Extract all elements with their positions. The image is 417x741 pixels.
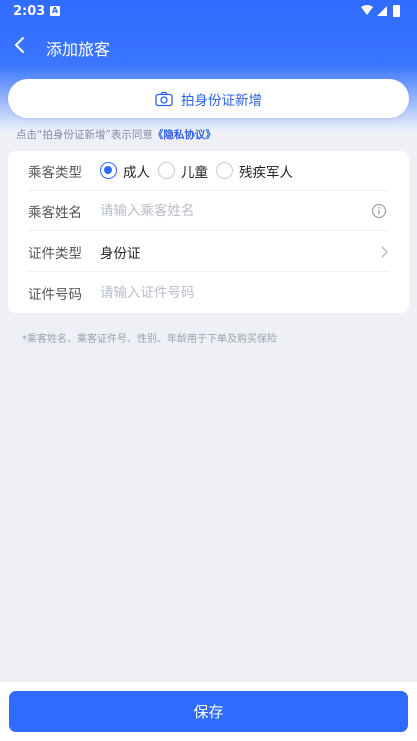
radio-disabled-veteran[interactable]: 残疾军人 (216, 161, 293, 181)
privacy-note: *乘客姓名、乘客证件号、性别、年龄用于下单及购买保险 (22, 334, 277, 345)
passenger-type-radio-group: 成人 儿童 残疾军人 (100, 161, 301, 181)
scan-button-label: 拍身份证新增 (181, 92, 262, 109)
radio-unchecked-icon (216, 162, 233, 179)
back-arrow-icon[interactable] (10, 33, 32, 57)
radio-adult[interactable]: 成人 (100, 161, 150, 181)
document-number-input[interactable] (100, 285, 389, 301)
page-title: 添加旅客 (46, 40, 111, 59)
save-button[interactable]: 保存 (9, 691, 408, 732)
passenger-form: 乘客类型 成人 儿童 残疾军人 乘客姓名 证件类型 身份证 (8, 151, 409, 313)
document-type-row[interactable]: 证件类型 身份证 (28, 232, 389, 272)
passenger-name-input[interactable] (100, 202, 389, 219)
document-number-row: 证件号码 (28, 273, 389, 313)
passenger-type-row: 乘客类型 成人 儿童 残疾军人 (28, 151, 389, 191)
consent-text: 点击“拍身份证新增”表示同意 (16, 129, 153, 141)
scan-id-card-button[interactable]: 拍身份证新增 (8, 79, 409, 118)
radio-child[interactable]: 儿童 (158, 161, 208, 181)
battery-icon (393, 5, 400, 17)
status-icons (361, 5, 400, 17)
status-bar: 2:03 A (0, 0, 417, 24)
chevron-right-icon (381, 246, 389, 258)
document-type-label: 证件类型 (28, 245, 82, 262)
privacy-agreement-link[interactable]: 《隐私协议》 (153, 129, 216, 141)
signal-icon (377, 6, 387, 16)
radio-adult-label: 成人 (123, 164, 150, 181)
wifi-icon (361, 5, 373, 15)
info-icon[interactable] (371, 203, 387, 219)
radio-checked-icon (100, 162, 117, 179)
passenger-type-label: 乘客类型 (28, 164, 82, 181)
document-type-value: 身份证 (100, 245, 141, 262)
status-time: 2:03 (13, 4, 46, 19)
passenger-name-label: 乘客姓名 (28, 204, 82, 221)
document-number-label: 证件号码 (28, 287, 82, 303)
privacy-consent: 点击“拍身份证新增”表示同意《隐私协议》 (16, 127, 216, 142)
notification-icon: A (50, 6, 60, 16)
camera-icon (155, 91, 173, 106)
passenger-name-row: 乘客姓名 (28, 191, 389, 231)
radio-unchecked-icon (158, 162, 175, 179)
nav-bar: 添加旅客 (0, 28, 417, 64)
radio-disabled-veteran-label: 残疾军人 (239, 164, 293, 181)
bottom-bar: 保存 (0, 682, 417, 741)
radio-child-label: 儿童 (181, 164, 208, 181)
